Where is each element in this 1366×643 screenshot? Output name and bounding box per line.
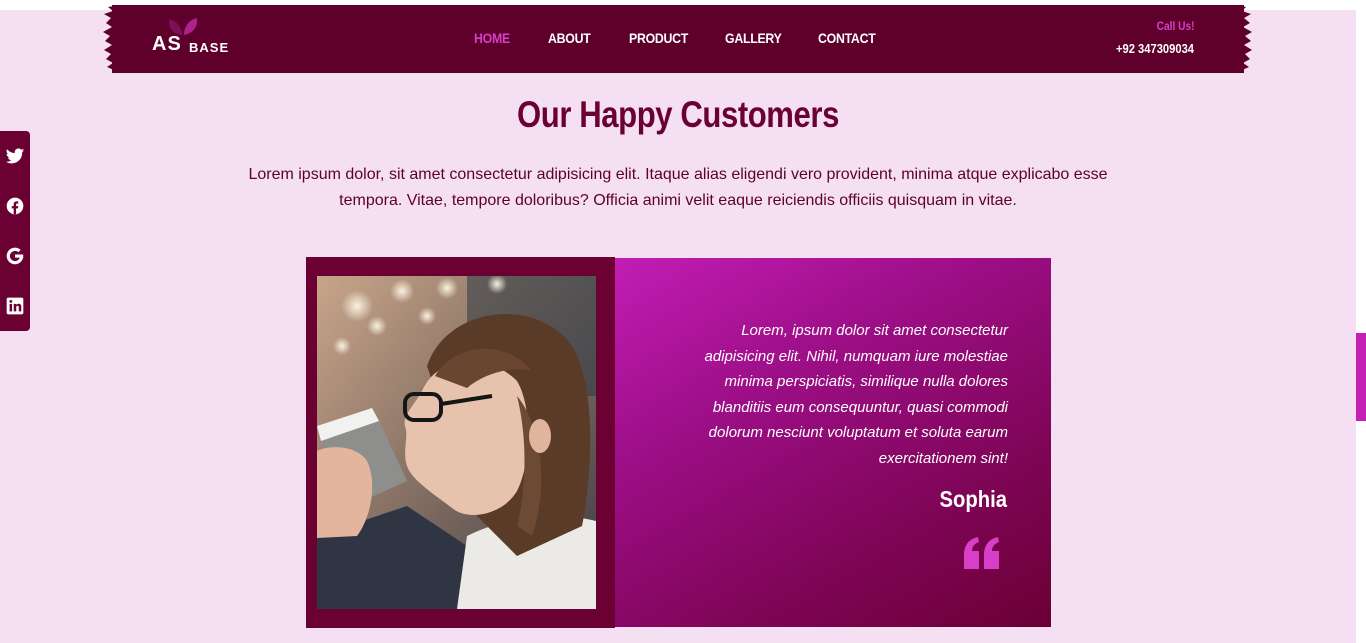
scrollbar-thumb[interactable] [1356,333,1366,421]
section-title: Our Happy Customers [517,94,839,135]
phone-number[interactable]: +92 347309034 [1105,41,1194,56]
logo-sub-text[interactable]: BASE [189,40,229,55]
nav-contact[interactable]: CONTACT [818,30,876,46]
nav-about[interactable]: ABOUT [548,30,591,46]
section-description: Lorem ipsum dolor, sit amet consectetur … [248,166,1108,209]
quote-mark-icon [964,537,999,569]
facebook-icon[interactable] [5,196,25,216]
testimonial-quote: Lorem, ipsum dolor sit amet consectetur … [704,322,1008,467]
call-us-label: Call Us! [1156,19,1195,33]
logo-main-text[interactable]: AS [152,33,182,56]
scrollbar-track[interactable] [1356,0,1366,643]
header-brush-edge-right [1236,5,1252,73]
twitter-icon[interactable] [5,146,25,166]
nav-gallery[interactable]: GALLERY [725,30,782,46]
google-icon[interactable] [5,246,25,266]
nav-product[interactable]: PRODUCT [629,30,688,46]
customer-photo [317,276,596,609]
social-sidebar [0,131,30,331]
linkedin-icon[interactable] [5,296,25,316]
nav-home[interactable]: HOME [474,30,510,46]
testimonial-author: Sophia [939,486,1007,512]
